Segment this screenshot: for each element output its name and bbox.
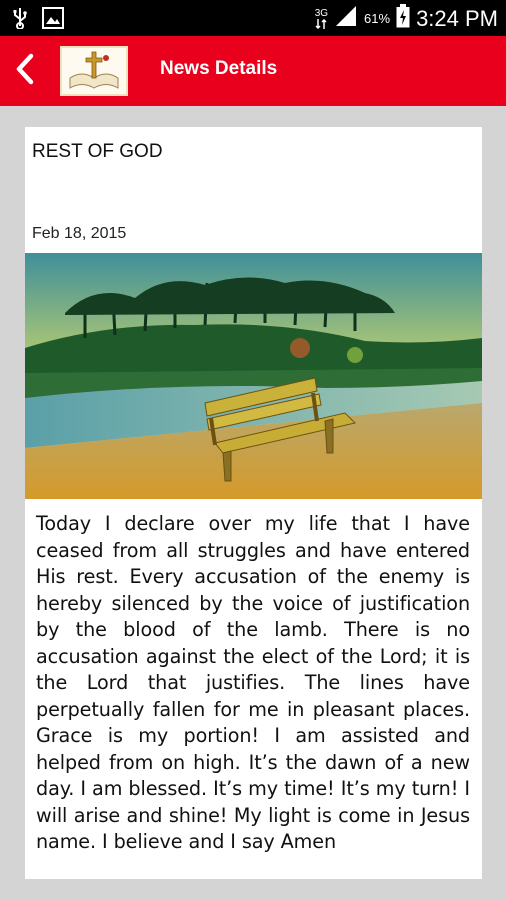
battery-percent: 61% xyxy=(364,11,391,26)
back-button[interactable] xyxy=(8,53,42,89)
app-bar: News Details xyxy=(0,36,506,106)
network-label: 3G xyxy=(314,7,329,19)
image-notification-icon xyxy=(42,7,64,34)
app-logo xyxy=(60,46,128,96)
battery-charging-icon xyxy=(396,4,410,33)
chevron-left-icon xyxy=(14,53,36,90)
status-bar: 3G 61% 3:24 PM xyxy=(0,0,506,36)
page-title: News Details xyxy=(160,58,278,79)
network-type-icon: 3G xyxy=(314,7,329,29)
news-body: Today I declare over my life that I have… xyxy=(36,512,470,853)
usb-icon xyxy=(12,7,28,34)
news-title: REST OF GOD xyxy=(32,141,163,162)
status-time: 3:24 PM xyxy=(416,5,498,31)
news-date: Feb 18, 2015 xyxy=(32,225,127,242)
news-card: REST OF GOD Feb 18, 2015 Today I declare… xyxy=(25,127,482,879)
news-image xyxy=(25,253,482,499)
signal-icon xyxy=(334,5,358,32)
